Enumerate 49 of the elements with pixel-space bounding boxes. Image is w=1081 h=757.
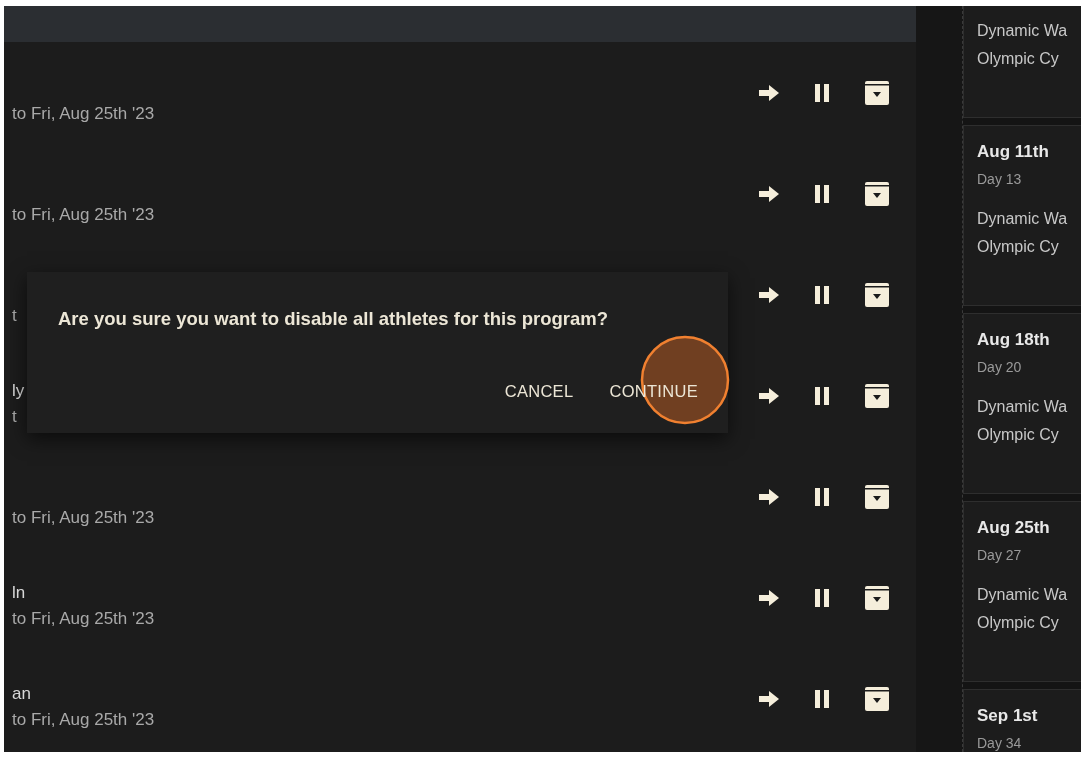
schedule-date: Aug 18th bbox=[977, 329, 1050, 351]
day-number: Day 20 bbox=[977, 358, 1022, 377]
arrow-right-icon[interactable] bbox=[758, 83, 780, 102]
date-range: t bbox=[12, 304, 17, 327]
schedule-date: Sep 1st bbox=[977, 705, 1038, 727]
athlete-name: ly bbox=[12, 380, 25, 402]
archive-icon[interactable] bbox=[864, 79, 890, 106]
pause-icon[interactable] bbox=[813, 688, 831, 709]
archive-icon[interactable] bbox=[864, 584, 890, 611]
day-number: Day 13 bbox=[977, 170, 1022, 189]
workout-name: Olympic Cy bbox=[977, 425, 1059, 445]
schedule-date: Aug 25th bbox=[977, 517, 1050, 539]
athlete-name: an bbox=[12, 683, 31, 705]
arrow-right-icon[interactable] bbox=[758, 184, 780, 203]
workout-name: Olympic Cy bbox=[977, 237, 1059, 257]
archive-icon[interactable] bbox=[864, 483, 890, 510]
pause-icon[interactable] bbox=[813, 385, 831, 406]
date-range: to Fri, Aug 25th '23 bbox=[12, 506, 155, 529]
workout-name: Dynamic Wa bbox=[977, 397, 1068, 417]
date-range: to Fri, Aug 25th '23 bbox=[12, 102, 155, 125]
pause-icon[interactable] bbox=[813, 284, 831, 305]
archive-icon[interactable] bbox=[864, 281, 890, 308]
date-range: to Fri, Aug 25th '23 bbox=[12, 607, 155, 630]
arrow-right-icon[interactable] bbox=[758, 386, 780, 405]
archive-icon[interactable] bbox=[864, 685, 890, 712]
athlete-name: ln bbox=[12, 582, 26, 604]
date-range: t bbox=[12, 405, 17, 428]
workout-name: Dynamic Wa bbox=[977, 585, 1068, 605]
pause-icon[interactable] bbox=[813, 183, 831, 204]
arrow-right-icon[interactable] bbox=[758, 285, 780, 304]
pause-icon[interactable] bbox=[813, 82, 831, 103]
date-range: to Fri, Aug 25th '23 bbox=[12, 708, 155, 731]
arrow-right-icon[interactable] bbox=[758, 588, 780, 607]
archive-icon[interactable] bbox=[864, 180, 890, 207]
workout-name: Dynamic Wa bbox=[977, 209, 1068, 229]
schedule-date: Aug 11th bbox=[977, 141, 1049, 163]
workout-name: Dynamic Wa bbox=[977, 21, 1068, 41]
archive-icon[interactable] bbox=[864, 382, 890, 409]
pause-icon[interactable] bbox=[813, 486, 831, 507]
date-range: to Fri, Aug 25th '23 bbox=[12, 203, 155, 226]
arrow-right-icon[interactable] bbox=[758, 487, 780, 506]
dialog-button[interactable]: CANCEL bbox=[496, 378, 582, 405]
day-number: Day 27 bbox=[977, 546, 1022, 565]
arrow-right-icon[interactable] bbox=[758, 689, 780, 708]
dialog-message: Are you sure you want to disable all athletes for this program? bbox=[58, 307, 609, 331]
workout-name: Olympic Cy bbox=[977, 613, 1059, 633]
day-number: Day 34 bbox=[977, 734, 1022, 752]
pause-icon[interactable] bbox=[813, 587, 831, 608]
workout-name: Olympic Cy bbox=[977, 49, 1059, 69]
